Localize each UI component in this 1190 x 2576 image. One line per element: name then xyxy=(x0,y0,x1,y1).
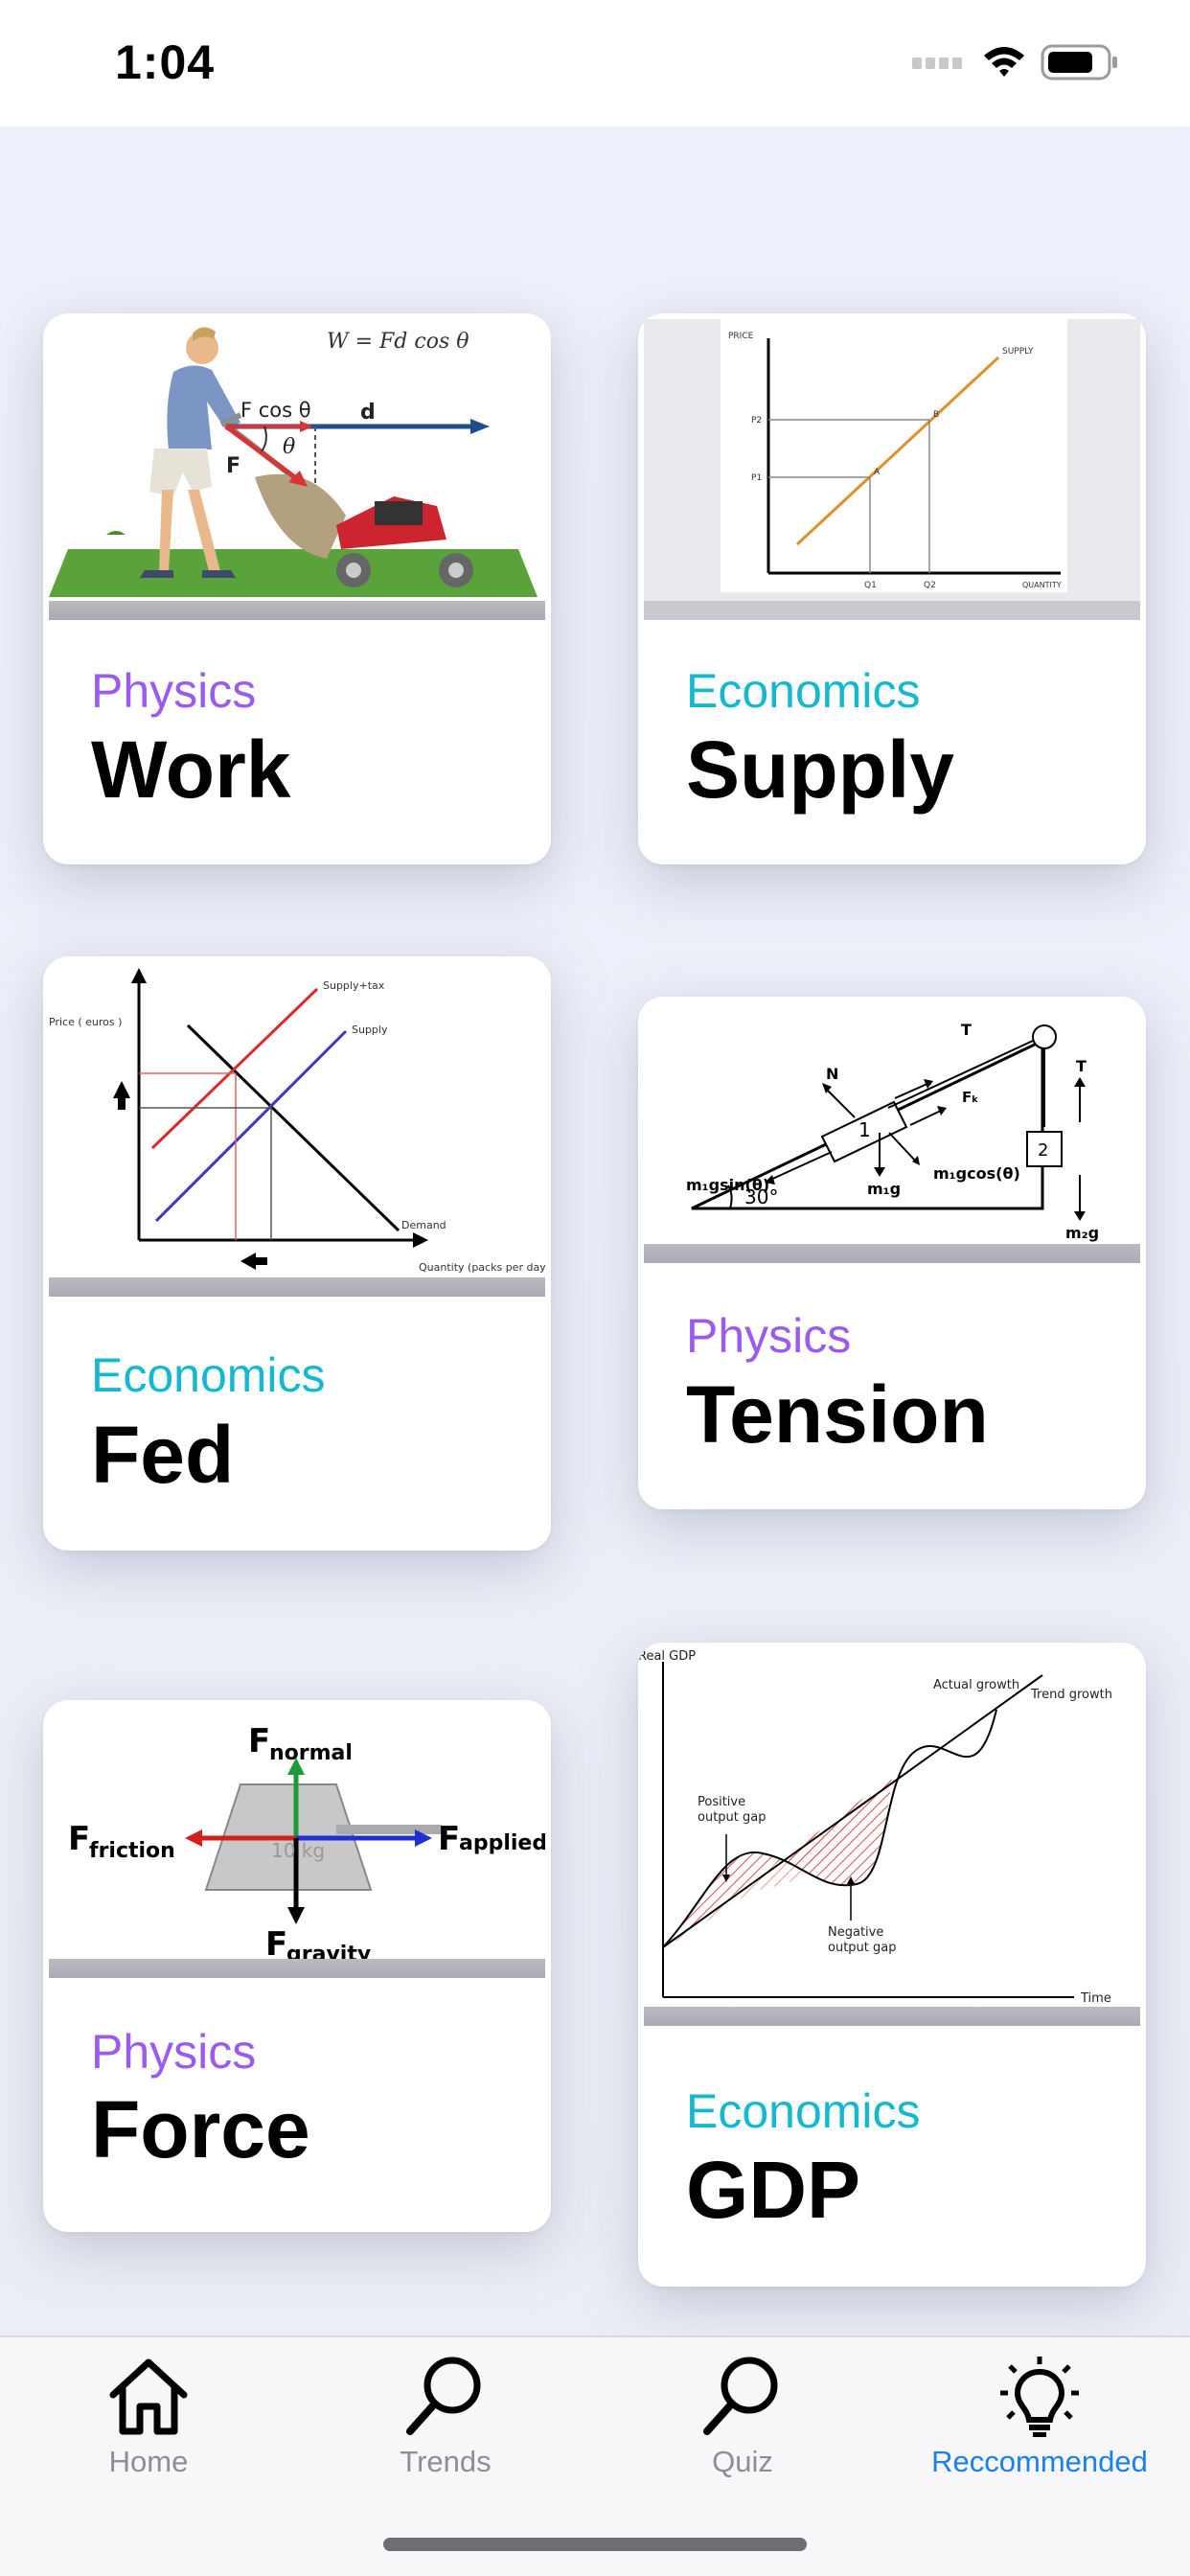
tension-label-2: T xyxy=(1076,1057,1087,1075)
theta-label: θ xyxy=(283,435,295,459)
normal-force-f: F xyxy=(248,1722,270,1760)
tension-diagram: N T Fₖ 1 2 T m₁gsin(θ) 30° m₁g m₁gcos(θ)… xyxy=(644,1002,1140,1254)
fed-tax-graph: Price ( euros ) Supply+tax Supply Demand… xyxy=(49,962,545,1288)
force-cos-label: F cos θ xyxy=(240,399,311,422)
card-title: Work xyxy=(91,724,291,815)
card-category: Economics xyxy=(686,664,921,718)
negative-gap-label-1: Negative xyxy=(828,1925,883,1940)
kinetic-friction-label: Fₖ xyxy=(962,1089,979,1106)
tension-label-1: T xyxy=(961,1021,972,1039)
work-formula-label: W = Fd cos θ xyxy=(327,330,469,354)
image-bottom-band xyxy=(644,2007,1140,2026)
normal-force-sub: normal xyxy=(269,1741,353,1765)
card-physics-work[interactable]: W = Fd cos θ F cos θ d F θ Physics Work xyxy=(43,313,551,864)
m2g-label: m₂g xyxy=(1065,1224,1099,1242)
demand-label: Demand xyxy=(401,1219,446,1231)
m1g-label: m₁g xyxy=(867,1180,901,1198)
card-physics-tension[interactable]: N T Fₖ 1 2 T m₁gsin(θ) 30° m₁g m₁gcos(θ)… xyxy=(638,997,1146,1509)
tab-reccommended[interactable]: Reccommended xyxy=(896,2355,1183,2498)
tab-home[interactable]: Home xyxy=(5,2355,292,2498)
card-physics-force[interactable]: 10 kg F normal F friction F applied F gr… xyxy=(43,1700,551,2232)
supply-tax-label: Supply+tax xyxy=(323,979,385,992)
gdp-output-gap-graph: Real GDP Actual growth Trend growth Posi… xyxy=(638,1643,1146,2007)
point-b-label: B xyxy=(933,410,939,420)
angle-label: 30° xyxy=(744,1185,778,1208)
card-category: Economics xyxy=(686,2084,921,2138)
positive-gap-label-1: Positive xyxy=(698,1795,745,1809)
supply-label: Supply xyxy=(352,1024,388,1036)
price-axis-label: PRICE xyxy=(728,332,754,341)
card-category: Physics xyxy=(686,1309,852,1363)
search-icon xyxy=(703,2357,778,2435)
point-a-label: A xyxy=(874,468,881,477)
tab-label: Home xyxy=(108,2445,189,2478)
wifi-icon xyxy=(984,47,1024,77)
card-category: Physics xyxy=(91,664,257,718)
card-title: Force xyxy=(91,2084,310,2174)
normal-force-label: N xyxy=(826,1065,838,1083)
image-bottom-band xyxy=(49,601,545,620)
tab-label: Reccommended xyxy=(931,2445,1148,2478)
p2-label: P2 xyxy=(751,416,762,426)
m1gcos-label: m₁gcos(θ) xyxy=(933,1164,1020,1183)
card-title: Tension xyxy=(686,1369,989,1460)
gravity-force-f: F xyxy=(265,1925,287,1964)
recommended-feed: W = Fd cos θ F cos θ d F θ Physics Work … xyxy=(0,126,1190,2335)
block-2-label: 2 xyxy=(1038,1140,1048,1161)
card-category: Economics xyxy=(91,1348,326,1402)
card-economics-fed[interactable]: Price ( euros ) Supply+tax Supply Demand… xyxy=(43,956,551,1551)
negative-gap-label-2: output gap xyxy=(828,1941,896,1955)
status-bar: 1:04 xyxy=(0,0,1190,126)
friction-force-sub: friction xyxy=(89,1839,175,1863)
supply-graph: PRICE SUPPLY P2 P1 A B Q1 Q2 QUANTITY xyxy=(644,319,1140,616)
status-time: 1:04 xyxy=(115,35,216,89)
q2-label: Q2 xyxy=(924,581,936,590)
card-title: Supply xyxy=(686,724,955,815)
mass-label: 10 kg xyxy=(271,1839,325,1862)
card-title: GDP xyxy=(686,2145,861,2235)
image-bottom-band xyxy=(644,601,1140,620)
status-icons xyxy=(912,44,1117,80)
quantity-axis-label: QUANTITY xyxy=(1022,581,1062,589)
time-axis-label: Time xyxy=(1080,1991,1111,2006)
home-indicator[interactable] xyxy=(383,2538,807,2551)
card-economics-gdp[interactable]: Real GDP Actual growth Trend growth Posi… xyxy=(638,1643,1146,2287)
friction-force-f: F xyxy=(68,1820,90,1858)
image-bottom-band xyxy=(49,1277,545,1297)
battery-icon xyxy=(1041,44,1117,80)
search-icon xyxy=(406,2357,481,2435)
real-gdp-label: Real GDP xyxy=(638,1649,696,1664)
tab-quiz[interactable]: Quiz xyxy=(599,2355,886,2498)
actual-growth-label: Actual growth xyxy=(933,1678,1019,1692)
work-illustration: W = Fd cos θ F cos θ d F θ xyxy=(49,319,545,616)
tab-label: Quiz xyxy=(712,2445,773,2478)
trend-growth-label: Trend growth xyxy=(1030,1688,1112,1702)
applied-force-sub: applied xyxy=(459,1831,545,1855)
quantity-packs-label: Quantity (packs per day) xyxy=(419,1261,545,1274)
tab-trends[interactable]: Trends xyxy=(302,2355,589,2498)
block-1-label: 1 xyxy=(858,1118,871,1141)
force-diagram: 10 kg F normal F friction F applied F gr… xyxy=(49,1706,545,1966)
d-label: d xyxy=(360,401,376,425)
card-economics-supply[interactable]: PRICE SUPPLY P2 P1 A B Q1 Q2 QUANTITY Ec… xyxy=(638,313,1146,864)
q1-label: Q1 xyxy=(864,581,877,590)
image-bottom-band xyxy=(644,1244,1140,1263)
supply-line-label: SUPPLY xyxy=(1002,347,1034,356)
card-category: Physics xyxy=(91,2025,257,2079)
signal-icon xyxy=(912,58,962,69)
price-euros-label: Price ( euros ) xyxy=(49,1016,122,1028)
card-title: Fed xyxy=(91,1410,235,1500)
image-bottom-band xyxy=(49,1959,545,1978)
f-label: F xyxy=(226,454,240,478)
positive-gap-label-2: output gap xyxy=(698,1810,766,1825)
p1-label: P1 xyxy=(751,473,762,483)
home-icon xyxy=(109,2358,188,2435)
lightbulb-icon xyxy=(1000,2357,1079,2437)
applied-force-f: F xyxy=(438,1820,460,1858)
tab-label: Trends xyxy=(400,2445,492,2478)
